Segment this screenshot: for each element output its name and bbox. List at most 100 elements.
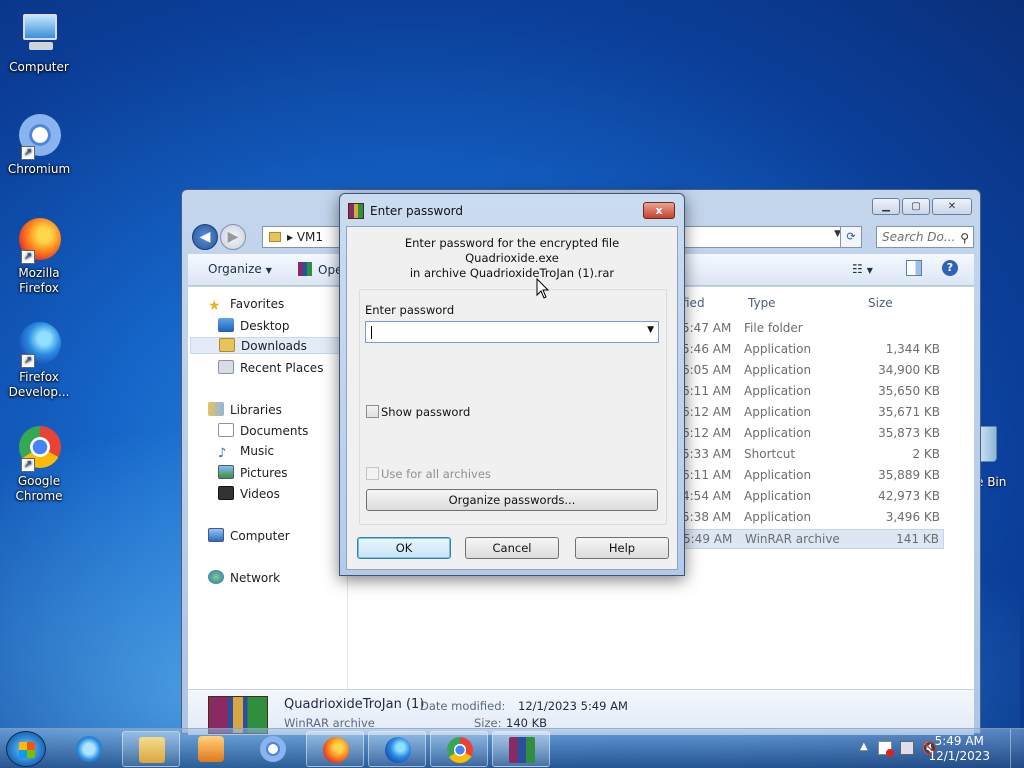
table-row[interactable]: 6:11 AM Application 35,650 KB <box>678 382 944 402</box>
use-for-all-archives-checkbox[interactable] <box>366 467 379 480</box>
desktop-icon-computer[interactable]: Computer <box>4 10 74 75</box>
mouse-cursor-icon <box>536 278 550 299</box>
recent-places-icon <box>218 360 234 374</box>
table-row[interactable]: 6:05 AM Application 34,900 KB <box>678 361 944 381</box>
preview-pane-icon[interactable] <box>906 260 922 276</box>
ok-button[interactable]: OK <box>357 537 451 559</box>
google-chrome-icon <box>447 737 473 763</box>
column-date-modified[interactable]: fied <box>682 296 705 310</box>
shortcut-arrow-icon: ↗ <box>21 458 35 472</box>
desktop-icon-google-chrome[interactable]: ↗ Google Chrome <box>4 424 74 504</box>
minimize-button[interactable]: ▁ <box>872 198 900 215</box>
taskbar-firefox-developer[interactable] <box>368 731 426 767</box>
chromium-icon: ↗ <box>15 112 63 160</box>
window-controls: ▁ ▢ ✕ <box>872 198 972 215</box>
action-center-icon[interactable] <box>878 741 894 757</box>
nav-favorites[interactable]: ★ Favorites <box>208 297 284 314</box>
details-filename: QuadrioxideTroJan (1) <box>284 697 425 712</box>
maximize-button[interactable]: ▢ <box>902 198 930 215</box>
cell-date-modified: 4:54 AM <box>682 489 732 503</box>
network-status-icon[interactable] <box>900 741 914 755</box>
nav-label: Desktop <box>240 319 290 333</box>
help-icon[interactable]: ? <box>942 260 958 276</box>
dialog-close-button[interactable]: x <box>643 202 675 219</box>
help-button[interactable]: Help <box>575 537 669 559</box>
taskbar-firefox[interactable] <box>306 731 364 767</box>
table-row[interactable]: 5:49 AM WinRAR archive 141 KB <box>678 529 944 549</box>
nav-music[interactable]: ♪ Music <box>218 444 274 461</box>
clock-time: 5:49 AM <box>934 734 984 748</box>
forward-button[interactable]: ▶ <box>220 224 246 250</box>
table-row[interactable]: 5:38 AM Application 3,496 KB <box>678 508 944 528</box>
cell-date-modified: 6:12 AM <box>682 426 732 440</box>
search-placeholder: Search Do... <box>882 230 956 244</box>
desktop-icon-chromium[interactable]: ↗ Chromium <box>4 112 74 177</box>
table-row[interactable]: 5:46 AM Application 1,344 KB <box>678 340 944 360</box>
search-icon[interactable]: ⚲ <box>960 228 969 248</box>
search-input[interactable]: Search Do... ⚲ <box>876 226 974 248</box>
nav-libraries[interactable]: Libraries <box>208 402 282 417</box>
cell-size: 34,900 KB <box>878 363 940 377</box>
taskbar-media-player[interactable] <box>182 731 240 767</box>
computer-icon <box>208 528 224 542</box>
show-password-checkbox[interactable] <box>366 405 379 418</box>
windows-logo-icon <box>19 742 35 758</box>
nav-desktop[interactable]: Desktop <box>218 318 290 333</box>
use-for-all-archives-label: Use for all archives <box>381 467 491 481</box>
taskbar-google-chrome[interactable] <box>430 731 488 767</box>
table-row[interactable]: 5:33 AM Shortcut 2 KB <box>678 445 944 465</box>
open-button[interactable]: Ope <box>298 262 342 277</box>
back-button[interactable]: ◀ <box>192 224 218 250</box>
clock[interactable]: 5:49 AM 12/1/2023 <box>928 734 990 764</box>
taskbar-chromium[interactable] <box>244 731 302 767</box>
view-options-button[interactable]: ☷ ▼ <box>852 262 873 276</box>
address-bar-tail[interactable]: ▼ <box>684 226 846 248</box>
nav-network[interactable]: Network <box>208 570 280 585</box>
details-modified-value: 12/1/2023 5:49 AM <box>518 699 628 713</box>
navigation-pane: ★ Favorites Desktop Downloads Recent Plac… <box>188 287 348 689</box>
show-hidden-icons-icon[interactable]: ▲ <box>860 741 868 752</box>
system-tray: ▲ 🔇 5:49 AM 12/1/2023 <box>834 729 1024 768</box>
organize-menu[interactable]: Organize ▼ <box>208 262 272 276</box>
password-input[interactable]: ▼ <box>365 321 659 343</box>
nav-recent-places[interactable]: Recent Places <box>218 360 323 375</box>
nav-videos[interactable]: Videos <box>218 486 280 501</box>
desktop-icon-firefox-developer[interactable]: ↗ Firefox Develop... <box>4 320 74 400</box>
show-password-label[interactable]: Show password <box>381 405 470 419</box>
taskbar-windows-explorer[interactable] <box>122 731 180 767</box>
start-button[interactable] <box>6 731 46 767</box>
taskbar-winrar[interactable] <box>492 731 550 767</box>
table-row[interactable]: 6:12 AM Application 35,671 KB <box>678 403 944 423</box>
table-row[interactable]: 5:47 AM File folder <box>678 319 944 339</box>
cell-size: 141 KB <box>896 532 939 546</box>
address-segment[interactable]: VM1 <box>297 230 323 244</box>
show-desktop-button[interactable] <box>1010 729 1024 768</box>
table-row[interactable]: 6:11 AM Application 35,889 KB <box>678 466 944 486</box>
column-type[interactable]: Type <box>748 296 776 310</box>
nav-downloads[interactable]: Downloads <box>190 337 346 354</box>
nav-pictures[interactable]: Pictures <box>218 465 288 480</box>
chevron-right-icon: ▸ <box>287 230 297 244</box>
desktop-icon-firefox[interactable]: ↗ Mozilla Firefox <box>4 216 74 296</box>
winrar-icon <box>509 737 535 763</box>
nav-label: Pictures <box>240 466 288 480</box>
cell-type: Shortcut <box>744 447 796 461</box>
column-size[interactable]: Size <box>868 296 893 310</box>
nav-computer[interactable]: Computer <box>208 528 290 543</box>
refresh-button[interactable]: ⟳ <box>840 226 862 248</box>
taskbar-internet-explorer[interactable] <box>60 731 118 767</box>
table-row[interactable]: 6:12 AM Application 35,873 KB <box>678 424 944 444</box>
table-row[interactable]: 4:54 AM Application 42,973 KB <box>678 487 944 507</box>
cell-date-modified: 5:49 AM <box>683 532 733 546</box>
folder-icon <box>269 232 281 242</box>
close-button[interactable]: ✕ <box>932 198 972 215</box>
cell-size: 2 KB <box>912 447 940 461</box>
cell-size: 1,344 KB <box>885 342 940 356</box>
organize-passwords-button[interactable]: Organize passwords... <box>366 489 658 511</box>
password-label: Enter password <box>365 303 455 317</box>
cell-type: Application <box>744 510 812 524</box>
chevron-down-icon[interactable]: ▼ <box>647 325 654 335</box>
nav-documents[interactable]: Documents <box>218 423 308 438</box>
winrar-icon <box>348 203 364 219</box>
cancel-button[interactable]: Cancel <box>465 537 559 559</box>
